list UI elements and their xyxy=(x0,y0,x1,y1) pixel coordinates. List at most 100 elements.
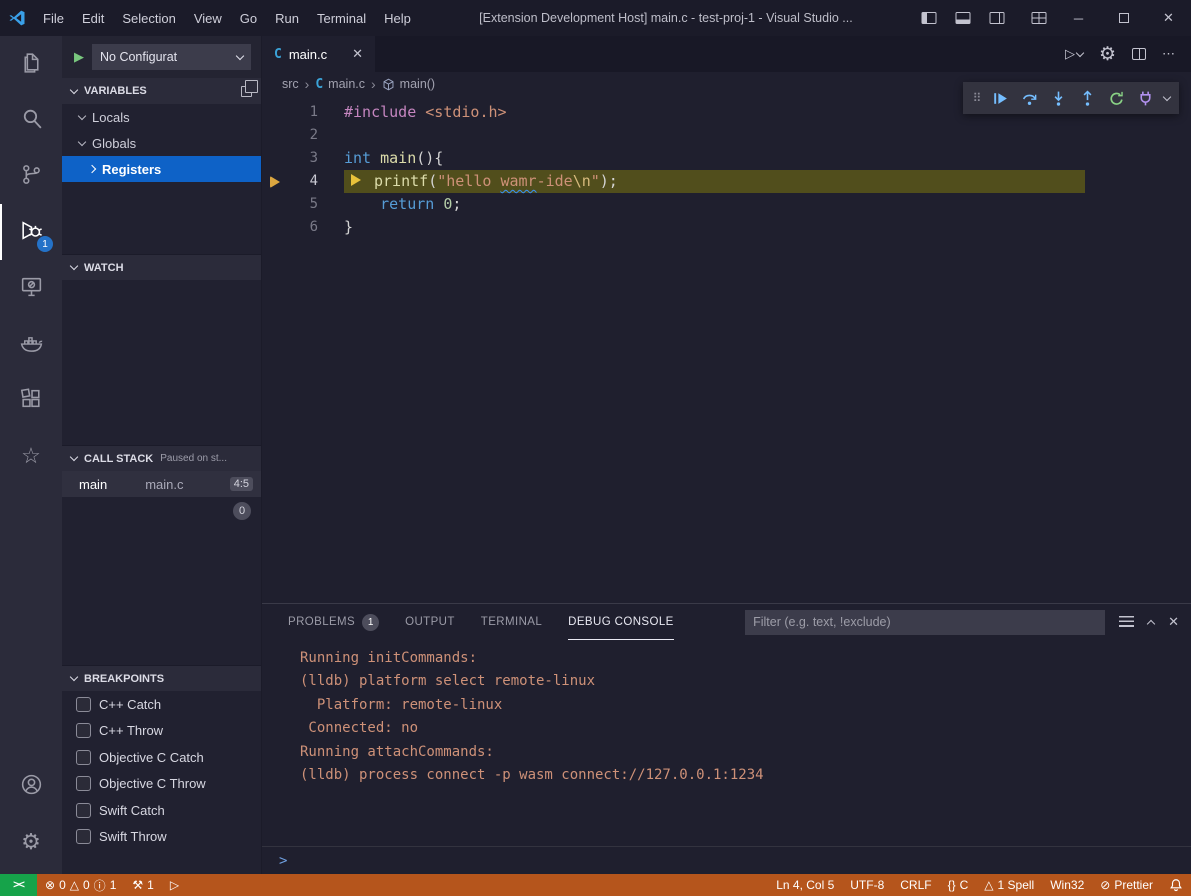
tab-terminal[interactable]: TERMINAL xyxy=(481,604,542,640)
toolbar-drag-handle[interactable]: ⠿ xyxy=(968,84,986,112)
breakpoint-swift-catch[interactable]: Swift Catch xyxy=(62,797,261,824)
spell-checker-status[interactable]: △ 1 Spell xyxy=(976,874,1042,896)
maximize-panel-icon[interactable] xyxy=(1148,617,1154,627)
language-mode[interactable]: {} C xyxy=(940,874,977,896)
sidebar-item-search[interactable] xyxy=(0,92,62,148)
status-bar: >< ⊗0 △0 ⓘ1 ⚒1 ▷ Ln 4, Col 5 UTF-8 CRLF … xyxy=(0,874,1191,896)
scope-registers[interactable]: Registers xyxy=(62,156,261,182)
notifications-bell-icon[interactable] xyxy=(1161,874,1191,896)
scope-locals[interactable]: Locals xyxy=(62,104,261,130)
sidebar-item-run-and-debug[interactable]: 1 xyxy=(0,204,62,260)
code-line-3[interactable]: 3int main(){ xyxy=(262,147,1191,170)
continue-button[interactable] xyxy=(986,84,1015,112)
step-into-button[interactable] xyxy=(1044,84,1073,112)
maximize-button[interactable] xyxy=(1101,0,1146,36)
breakpoint-objc-catch[interactable]: Objective C Catch xyxy=(62,744,261,771)
menu-edit[interactable]: Edit xyxy=(73,0,113,36)
encoding-indicator[interactable]: UTF-8 xyxy=(842,874,892,896)
toggle-secondary-sidebar-icon[interactable] xyxy=(980,0,1014,36)
menu-go[interactable]: Go xyxy=(231,0,266,36)
checkbox[interactable] xyxy=(76,776,91,791)
platform-indicator[interactable]: Win32 xyxy=(1042,874,1092,896)
code-line-5[interactable]: 5 return 0; xyxy=(262,193,1191,216)
minimize-button[interactable]: ─ xyxy=(1056,0,1101,36)
sidebar-item-remote-explorer[interactable] xyxy=(0,260,62,316)
tab-output[interactable]: OUTPUT xyxy=(405,604,455,640)
debug-status[interactable]: ▷ xyxy=(162,874,187,896)
checkbox[interactable] xyxy=(76,750,91,765)
close-panel-icon[interactable]: ✕ xyxy=(1168,614,1179,630)
tab-main-c[interactable]: C main.c ✕ xyxy=(262,36,375,72)
step-over-button[interactable] xyxy=(1015,84,1044,112)
breakpoint-cpp-throw[interactable]: C++ Throw xyxy=(62,718,261,745)
breadcrumb-folder[interactable]: src xyxy=(282,77,299,91)
toggle-panel-icon[interactable] xyxy=(946,0,980,36)
code-line-2[interactable]: 2 xyxy=(262,124,1191,147)
sidebar-item-extensions[interactable] xyxy=(0,372,62,428)
more-actions-icon[interactable]: ⋯ xyxy=(1162,46,1175,62)
breadcrumb-file[interactable]: Cmain.c xyxy=(315,77,365,92)
tools-status[interactable]: ⚒1 xyxy=(124,874,161,896)
checkbox[interactable] xyxy=(76,803,91,818)
breadcrumb-symbol[interactable]: main() xyxy=(382,77,435,91)
menu-file[interactable]: File xyxy=(34,0,73,36)
checkbox[interactable] xyxy=(76,829,91,844)
breakpoint-gutter[interactable] xyxy=(262,147,288,170)
prettier-status[interactable]: ⊘ Prettier xyxy=(1092,874,1161,896)
configure-gear-icon[interactable]: ⚙ xyxy=(1099,45,1116,64)
toggle-primary-sidebar-icon[interactable] xyxy=(912,0,946,36)
call-stack-section-header[interactable]: CALL STACK Paused on st... xyxy=(62,445,261,471)
breakpoint-swift-throw[interactable]: Swift Throw xyxy=(62,824,261,851)
sidebar-item-docker[interactable] xyxy=(0,316,62,372)
disconnect-button[interactable] xyxy=(1131,84,1160,112)
menu-selection[interactable]: Selection xyxy=(113,0,184,36)
breakpoint-gutter[interactable] xyxy=(262,124,288,147)
menu-help[interactable]: Help xyxy=(375,0,420,36)
debug-configuration-dropdown[interactable]: No Configurat xyxy=(92,44,251,70)
manage-button[interactable]: ⚙ xyxy=(0,814,62,870)
scope-globals[interactable]: Globals xyxy=(62,130,261,156)
menu-view[interactable]: View xyxy=(185,0,231,36)
step-out-button[interactable] xyxy=(1073,84,1102,112)
code-line-6[interactable]: 6} xyxy=(262,216,1191,239)
code-editor[interactable]: 1#include <stdio.h>23int main(){4printf(… xyxy=(262,96,1191,603)
menu-terminal[interactable]: Terminal xyxy=(308,0,375,36)
debug-console-input[interactable]: > xyxy=(262,846,1191,874)
checkbox[interactable] xyxy=(76,723,91,738)
start-debugging-icon[interactable]: ▶ xyxy=(74,49,84,65)
checkbox[interactable] xyxy=(76,697,91,712)
sidebar-item-explorer[interactable] xyxy=(0,36,62,92)
current-line-gutter-arrow-icon[interactable] xyxy=(262,170,288,193)
console-filter-input[interactable] xyxy=(745,610,1105,635)
breakpoints-section-header[interactable]: BREAKPOINTS xyxy=(62,665,261,691)
copy-value-icon[interactable] xyxy=(241,86,252,97)
console-lines-icon[interactable] xyxy=(1119,616,1134,628)
restart-button[interactable] xyxy=(1102,84,1131,112)
close-tab-icon[interactable]: ✕ xyxy=(352,46,363,62)
variables-section-header[interactable]: VARIABLES xyxy=(62,78,261,104)
customize-layout-icon[interactable] xyxy=(1022,0,1056,36)
breakpoint-cpp-catch[interactable]: C++ Catch xyxy=(62,691,261,718)
sidebar-item-favorites[interactable]: ☆ xyxy=(0,428,62,484)
sidebar-item-source-control[interactable] xyxy=(0,148,62,204)
tab-debug-console[interactable]: DEBUG CONSOLE xyxy=(568,604,674,640)
code-line-4[interactable]: 4printf("hello wamr-ide\n"); xyxy=(262,170,1191,193)
console-line: (lldb) process connect -p wasm connect:/… xyxy=(300,764,1191,787)
account-button[interactable] xyxy=(0,758,62,814)
stack-frame-row[interactable]: main main.c 4:5 xyxy=(62,471,261,497)
breakpoint-objc-throw[interactable]: Objective C Throw xyxy=(62,771,261,798)
breakpoint-gutter[interactable] xyxy=(262,193,288,216)
menu-run[interactable]: Run xyxy=(266,0,308,36)
close-button[interactable]: ✕ xyxy=(1146,0,1191,36)
eol-indicator[interactable]: CRLF xyxy=(892,874,939,896)
debug-session-dropdown[interactable] xyxy=(1160,84,1174,112)
remote-indicator[interactable]: >< xyxy=(0,874,37,896)
cursor-position[interactable]: Ln 4, Col 5 xyxy=(768,874,842,896)
split-editor-icon[interactable] xyxy=(1132,48,1146,60)
tab-problems[interactable]: PROBLEMS 1 xyxy=(288,604,379,640)
breakpoint-gutter[interactable] xyxy=(262,101,288,124)
watch-section-header[interactable]: WATCH xyxy=(62,254,261,280)
problems-status[interactable]: ⊗0 △0 ⓘ1 xyxy=(37,874,124,896)
breakpoint-gutter[interactable] xyxy=(262,216,288,239)
run-or-debug-button[interactable]: ▷ xyxy=(1065,46,1083,62)
